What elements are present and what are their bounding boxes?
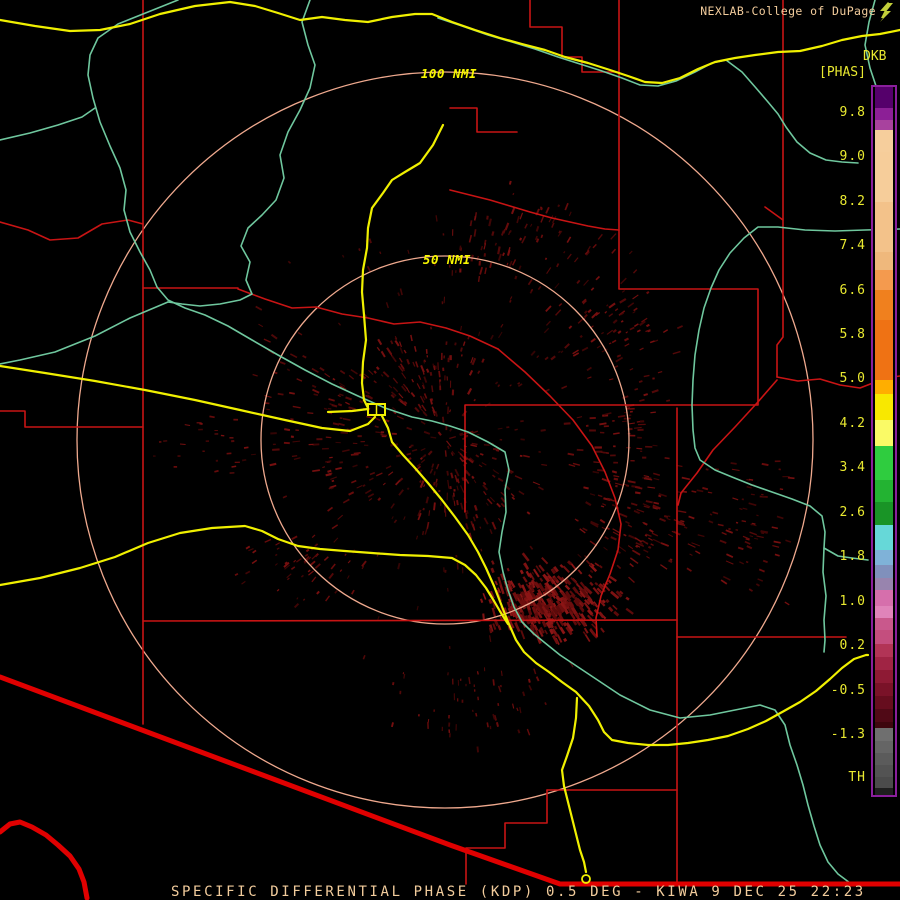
- range-ring-label: 100 NMI: [420, 66, 478, 81]
- highway-lines: [0, 0, 900, 874]
- colorbar-tick-label: 9.0: [839, 149, 866, 164]
- colorbar-tick-label: 4.2: [839, 416, 866, 431]
- colorbar-segment: [875, 709, 893, 722]
- range-ring-label: 50 NMI: [422, 252, 472, 267]
- colorbar-segment: [875, 618, 893, 630]
- page-title: NEXLAB-College of DuPage: [700, 4, 876, 18]
- phase-label: [PHAS]: [819, 65, 866, 80]
- colorbar-tick-label: 5.8: [839, 327, 866, 342]
- colorbar-segment: [875, 270, 893, 290]
- colorbar-segment: [875, 130, 893, 152]
- colorbar-segment: [875, 670, 893, 683]
- colorbar-segment: [875, 252, 893, 270]
- colorbar-segment: [875, 202, 893, 252]
- colorbar-segment: [875, 606, 893, 618]
- colorbar-segment: [875, 696, 893, 709]
- colorbar-tick-label: 3.4: [839, 460, 866, 475]
- colorbar-segment: [875, 87, 893, 108]
- status-bar: SPECIFIC DIFFERENTIAL PHASE (KDP) 0.5 DE…: [171, 884, 866, 900]
- border-lines: [0, 674, 900, 900]
- colorbar-tick-label: 7.4: [839, 238, 866, 253]
- colorbar-segment: [875, 480, 893, 502]
- colorbar-segment: [875, 788, 893, 795]
- colorbar-tick-label: -1.3: [830, 727, 866, 742]
- radar-map: [0, 0, 900, 900]
- colorbar-segment: [875, 320, 893, 380]
- colorbar-segment: [875, 525, 893, 550]
- color-scale-bar: [871, 85, 897, 797]
- colorbar-segment: [875, 753, 893, 765]
- colorbar-segment: [875, 550, 893, 565]
- colorbar-tick-label: 1.8: [839, 549, 866, 564]
- colorbar-tick-label: 2.6: [839, 505, 866, 520]
- colorbar-segment: [875, 420, 893, 446]
- colorbar-segment: [875, 108, 893, 120]
- colorbar-segment: [875, 380, 893, 394]
- colorbar-segment: [875, 152, 893, 202]
- colorbar-segment: [875, 765, 893, 777]
- colorbar-tick-label: 9.8: [839, 105, 866, 120]
- colorbar-segment: [875, 565, 893, 578]
- colorbar-segment: [875, 578, 893, 590]
- colorbar-segment: [875, 630, 893, 644]
- radar-display: NEXLAB-College of DuPage DKB [PHAS] 9.8 9…: [0, 0, 900, 900]
- range-rings: [76, 71, 814, 809]
- colorbar-segment: [875, 394, 893, 420]
- colorbar-tick-label: 0.2: [839, 638, 866, 653]
- colorbar-tick-label: 5.0: [839, 371, 866, 386]
- unit-label: DKB: [863, 49, 887, 64]
- county-boundaries: [0, 0, 900, 885]
- colorbar-segment: [875, 120, 893, 130]
- river-lines: [0, 0, 900, 884]
- colorbar-segment: [875, 728, 893, 741]
- colorbar-segment: [875, 446, 893, 480]
- colorbar-segment: [875, 502, 893, 525]
- colorbar-segment: [875, 683, 893, 696]
- colorbar-tick-label: 8.2: [839, 194, 866, 209]
- colorbar-segment: [875, 777, 893, 788]
- colorbar-tick-label: 1.0: [839, 594, 866, 609]
- colorbar-segment: [875, 290, 893, 320]
- colorbar-segment: [875, 741, 893, 753]
- colorbar-segment: [875, 644, 893, 657]
- colorbar-tick-label: TH: [848, 770, 866, 785]
- colorbar-segment: [875, 590, 893, 606]
- colorbar-segment: [875, 657, 893, 670]
- colorbar-tick-label: 6.6: [839, 283, 866, 298]
- lightning-icon: [880, 2, 893, 22]
- colorbar-tick-label: -0.5: [830, 683, 866, 698]
